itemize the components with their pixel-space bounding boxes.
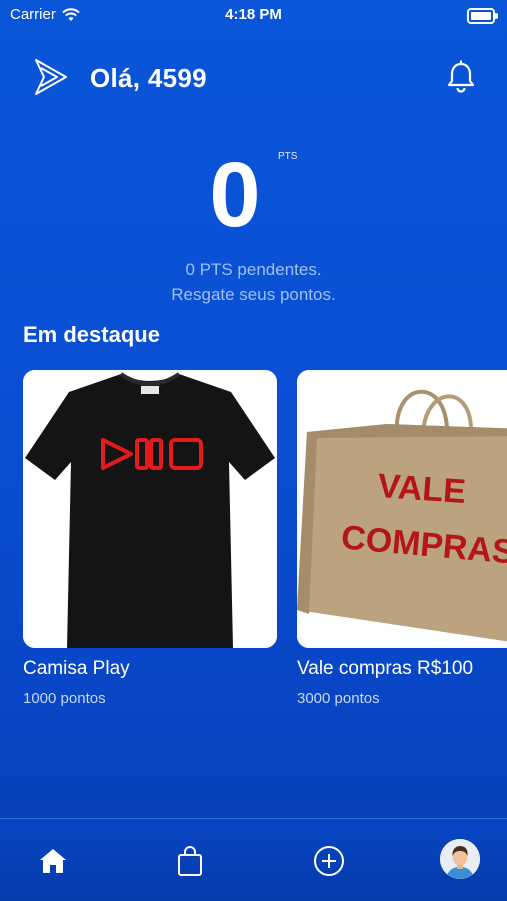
product-card-tshirt[interactable]: Camisa Play 1000 pontos: [23, 370, 277, 707]
header: Olá, 4599: [0, 52, 507, 104]
featured-carousel[interactable]: Camisa Play 1000 pontos VALE COMPRAS Val…: [23, 370, 507, 730]
shopping-bag-image: VALE COMPRAS: [297, 370, 507, 648]
avatar-icon: [440, 839, 480, 879]
add-circle-icon: [314, 846, 344, 876]
status-time: 4:18 PM: [225, 6, 282, 23]
product-points: 3000 pontos: [297, 690, 380, 707]
greeting-text: Olá, 4599: [90, 63, 207, 93]
shopping-bag-icon: [178, 846, 202, 876]
product-name: Vale compras R$100: [297, 658, 474, 679]
pending-line-2: Resgate seus pontos.: [171, 285, 336, 304]
product-name: Camisa Play: [23, 658, 130, 679]
status-bar: Carrier 4:18 PM: [0, 0, 507, 30]
points-unit: PTS: [278, 151, 298, 162]
product-image-voucher[interactable]: VALE COMPRAS: [297, 370, 507, 648]
points-display: 0 PTS: [0, 145, 507, 245]
tab-shop[interactable]: [170, 841, 210, 881]
battery-icon: [467, 8, 498, 24]
play-logo-icon[interactable]: [30, 56, 72, 98]
product-card-voucher[interactable]: VALE COMPRAS Vale compras R$100 3000 pon…: [297, 370, 507, 707]
tshirt-image: [23, 370, 277, 648]
profile-avatar[interactable]: [440, 839, 480, 879]
points-value: 0: [209, 144, 261, 246]
tab-home[interactable]: [33, 841, 73, 881]
product-points: 1000 pontos: [23, 690, 106, 707]
tab-bar: [0, 818, 507, 901]
bell-icon[interactable]: [445, 60, 477, 94]
product-image-tshirt[interactable]: [23, 370, 277, 648]
pending-points-text[interactable]: 0 PTS pendentes. Resgate seus pontos.: [0, 257, 507, 307]
featured-title: Em destaque: [23, 322, 160, 347]
bag-text-1: VALE: [376, 467, 467, 511]
home-icon: [40, 849, 66, 873]
pending-line-1: 0 PTS pendentes.: [185, 260, 322, 279]
tab-add[interactable]: [309, 841, 349, 881]
